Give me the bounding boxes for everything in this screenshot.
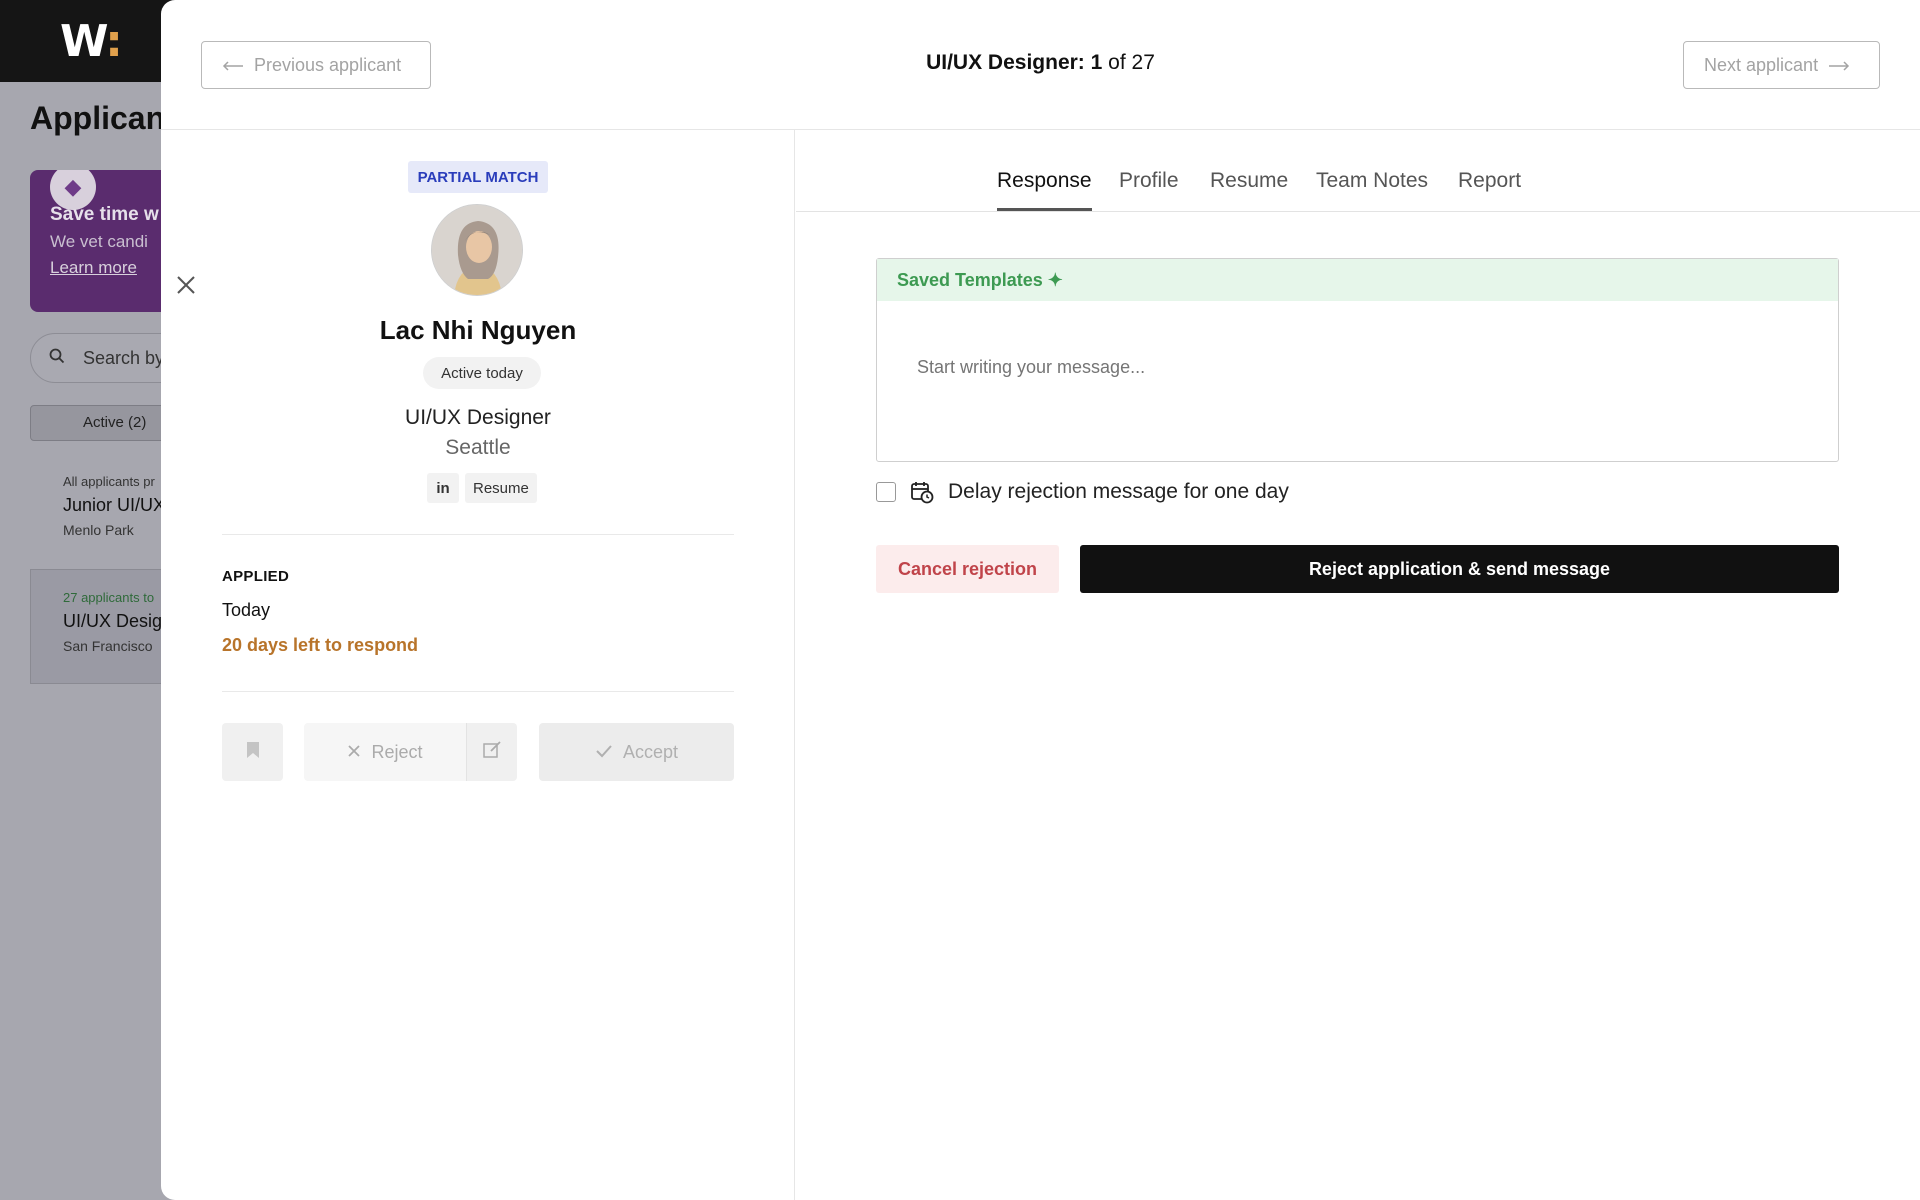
search-icon bbox=[49, 348, 65, 369]
divider bbox=[222, 534, 734, 535]
next-applicant-button[interactable]: Next applicant bbox=[1683, 41, 1880, 89]
message-input[interactable] bbox=[917, 357, 1797, 378]
bookmark-button[interactable] bbox=[222, 723, 283, 781]
days-left-to-respond: 20 days left to respond bbox=[222, 635, 419, 655]
applied-date: Today bbox=[222, 600, 271, 620]
reject-and-send-button[interactable]: Reject application & send message bbox=[1080, 545, 1839, 593]
edit-rejection-button[interactable] bbox=[466, 723, 517, 781]
tab-response[interactable]: Response bbox=[997, 169, 1092, 211]
reject-button[interactable]: Reject bbox=[304, 723, 466, 781]
delay-checkbox[interactable] bbox=[876, 482, 896, 502]
promo-text: We vet candi bbox=[50, 232, 148, 251]
applicant-modal: Previous applicant UI/UX Designer: 1 of … bbox=[161, 0, 1920, 1200]
delay-label: Delay rejection message for one day bbox=[948, 480, 1289, 503]
close-icon[interactable] bbox=[173, 274, 199, 300]
match-badge: PARTIAL MATCH bbox=[408, 161, 548, 193]
avatar bbox=[431, 204, 523, 296]
candidate-name: Lac Nhi Nguyen bbox=[379, 315, 577, 345]
delay-option: Delay rejection message for one day bbox=[876, 480, 1289, 504]
applied-label: APPLIED bbox=[222, 568, 290, 585]
promo-learn-more-link[interactable]: Learn more bbox=[50, 258, 137, 278]
candidate-actions: Reject Accept bbox=[222, 723, 734, 781]
tab-resume[interactable]: Resume bbox=[1210, 169, 1288, 208]
divider bbox=[222, 691, 734, 692]
tab-team-notes[interactable]: Team Notes bbox=[1316, 169, 1428, 208]
accept-button[interactable]: Accept bbox=[539, 723, 734, 781]
resume-link[interactable]: Resume bbox=[465, 473, 537, 503]
calendar-clock-icon bbox=[910, 480, 934, 504]
activity-badge: Active today bbox=[423, 357, 541, 389]
edit-icon bbox=[482, 740, 502, 765]
tab-bar: Response Profile Resume Team Notes Repor… bbox=[796, 130, 1920, 212]
linkedin-icon[interactable]: in bbox=[427, 473, 459, 503]
check-icon bbox=[595, 742, 613, 763]
candidate-links: in Resume bbox=[427, 473, 537, 503]
search-placeholder: Search by bbox=[83, 348, 165, 368]
tab-report[interactable]: Report bbox=[1458, 169, 1521, 208]
promo-title: Save time w bbox=[50, 204, 159, 225]
applicant-counter: UI/UX Designer: 1 of 27 bbox=[926, 51, 1155, 74]
bookmark-icon bbox=[246, 741, 260, 764]
saved-templates-bar[interactable]: Saved Templates ✦ bbox=[877, 259, 1838, 301]
x-icon bbox=[347, 742, 361, 763]
app-logo[interactable]: W: bbox=[60, 16, 123, 67]
tab-profile[interactable]: Profile bbox=[1119, 169, 1179, 208]
message-editor: Saved Templates ✦ bbox=[876, 258, 1839, 462]
modal-header: Previous applicant UI/UX Designer: 1 of … bbox=[161, 0, 1920, 130]
page-title: Applican bbox=[30, 100, 166, 136]
arrow-right-icon bbox=[1828, 55, 1850, 76]
cancel-rejection-button[interactable]: Cancel rejection bbox=[876, 545, 1059, 593]
candidate-city: Seattle bbox=[445, 436, 511, 459]
response-panel: Response Profile Resume Team Notes Repor… bbox=[796, 130, 1920, 1200]
candidate-role: UI/UX Designer bbox=[405, 406, 551, 429]
candidate-panel: PARTIAL MATCH Lac Nhi Nguyen Active toda… bbox=[161, 130, 795, 1200]
saved-templates-button[interactable]: Saved Templates ✦ bbox=[897, 270, 1063, 291]
